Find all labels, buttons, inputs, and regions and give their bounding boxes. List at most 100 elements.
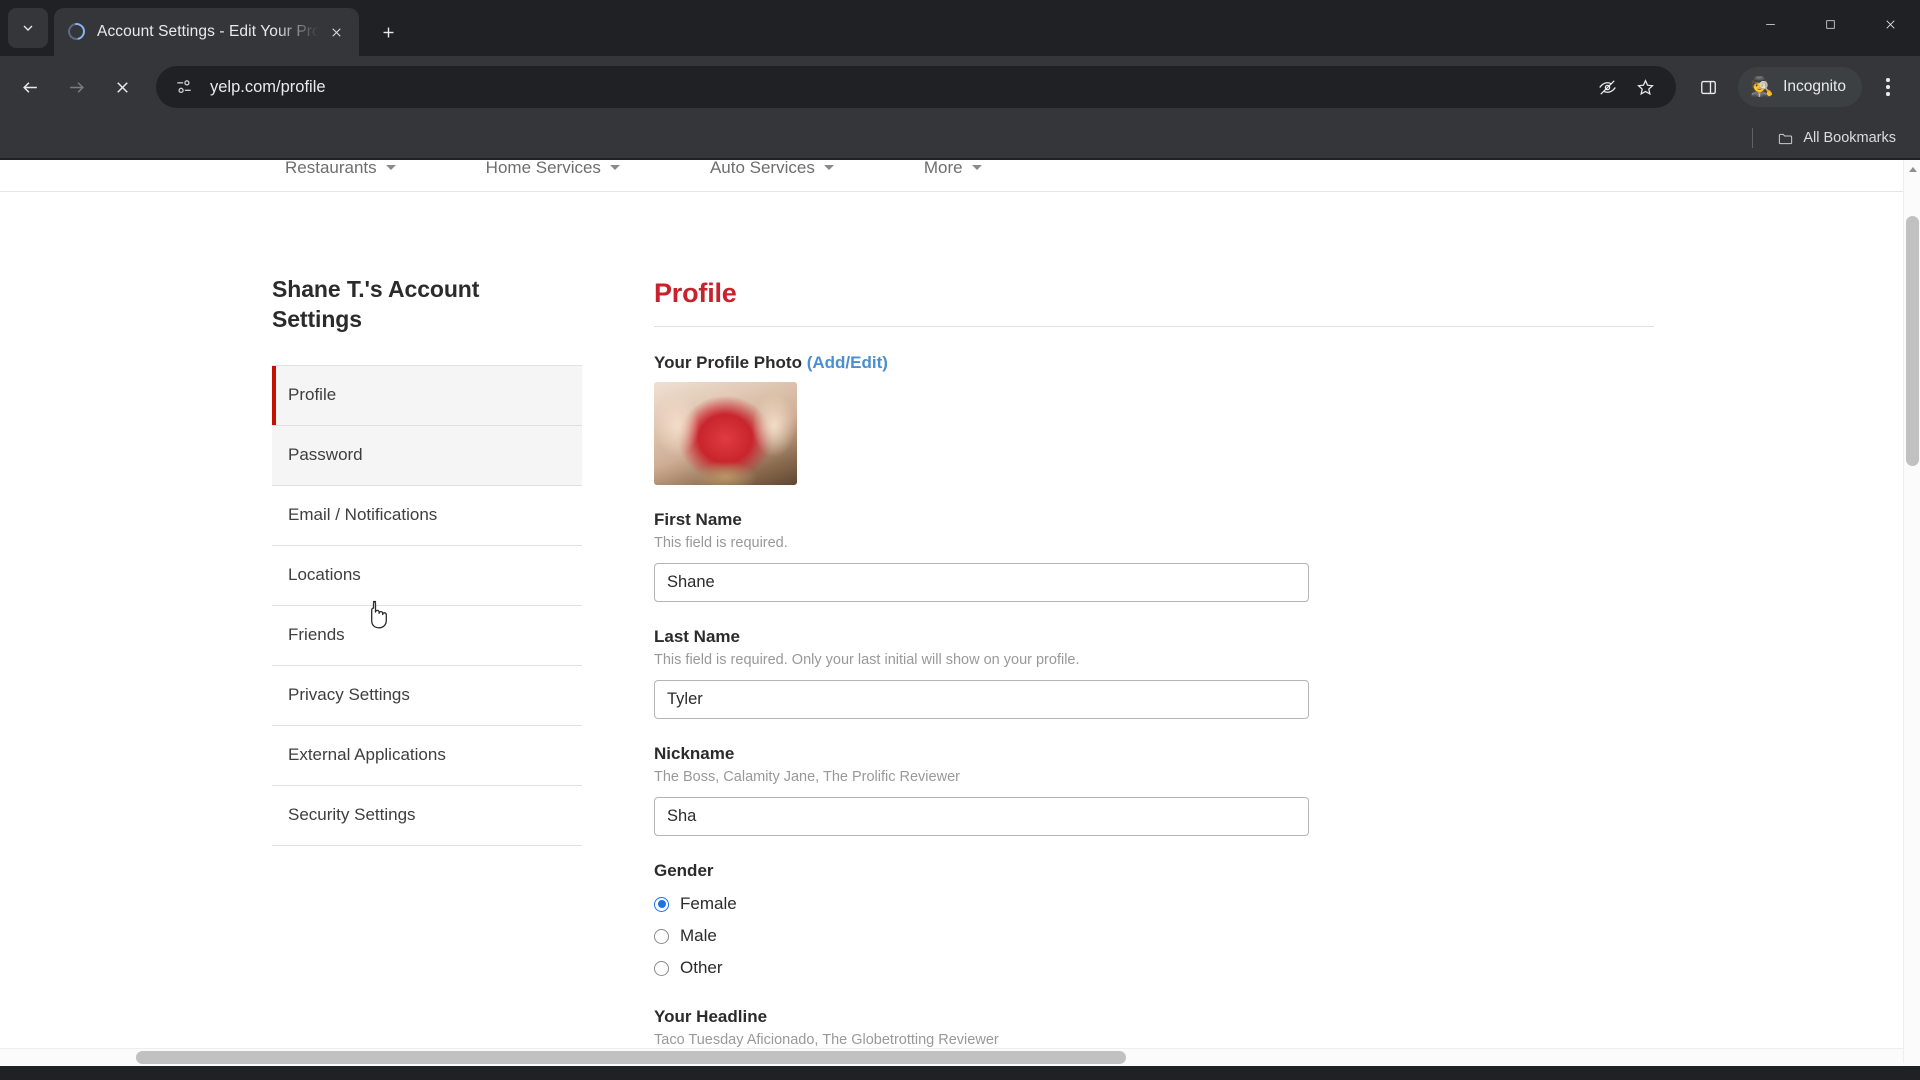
- profile-photo-thumbnail[interactable]: [654, 382, 797, 485]
- first-name-input[interactable]: Shane: [654, 563, 1309, 602]
- title-divider: [654, 326, 1654, 327]
- triangle-up-icon: [1908, 166, 1917, 172]
- sidebar-item-label: External Applications: [288, 745, 446, 765]
- scroll-up-button[interactable]: [1904, 160, 1920, 178]
- nickname-label: Nickname: [654, 744, 735, 763]
- radio-button-female[interactable]: [654, 896, 669, 912]
- sidebar-title: Shane T.'s Account Settings: [272, 276, 480, 333]
- sidebar-item-locations[interactable]: Locations: [272, 544, 582, 605]
- profile-photo-label-text: Your Profile Photo: [654, 353, 802, 372]
- new-tab-button[interactable]: [371, 15, 405, 49]
- page-info-icon[interactable]: [174, 77, 194, 97]
- headline-label: Your Headline: [654, 1007, 768, 1026]
- bookmarks-divider: [1752, 128, 1754, 148]
- first-name-hint: This field is required.: [654, 535, 788, 551]
- incognito-indicator[interactable]: 🕵 Incognito: [1738, 67, 1862, 107]
- sidebar-item-label: Profile: [288, 385, 337, 405]
- tab-close-button[interactable]: [323, 19, 349, 45]
- chevron-down-icon: [609, 165, 620, 170]
- stop-loading-button[interactable]: [102, 67, 142, 107]
- tracking-protection-button[interactable]: [1590, 70, 1624, 104]
- horizontal-scrollbar[interactable]: [0, 1048, 1903, 1065]
- sidebar-item-privacy-settings[interactable]: Privacy Settings: [272, 664, 582, 725]
- photo-add-edit-link[interactable]: (Add/Edit): [807, 353, 888, 372]
- nickname-input[interactable]: Sha: [654, 797, 1309, 836]
- window-bottom-edge: [0, 1066, 1920, 1080]
- radio-button-male[interactable]: [654, 928, 669, 944]
- nav-item-label: Auto Services: [709, 160, 815, 177]
- tab-search-button[interactable]: [8, 8, 48, 48]
- last-name-field-group: Last Name This field is required. Only y…: [654, 627, 1592, 719]
- window-controls: [1740, 0, 1920, 48]
- nav-item-label: More: [923, 160, 963, 177]
- profile-photo-section: Your Profile Photo (Add/Edit): [654, 353, 1592, 485]
- bookmarks-bar: All Bookmarks: [0, 118, 1920, 158]
- chevron-down-icon: [385, 165, 396, 170]
- nav-item-label: Restaurants: [285, 160, 377, 177]
- eye-off-icon: [1599, 79, 1616, 95]
- minimize-icon: [1765, 23, 1775, 25]
- back-button[interactable]: [10, 67, 50, 107]
- three-dot-menu-icon: [1886, 78, 1890, 83]
- all-bookmarks-button[interactable]: All Bookmarks: [1769, 125, 1904, 151]
- chevron-down-icon: [971, 165, 982, 170]
- forward-button[interactable]: [56, 67, 96, 107]
- chevron-down-icon: [823, 165, 834, 170]
- last-name-input[interactable]: Tyler: [654, 680, 1309, 719]
- gender-option-female[interactable]: Female: [654, 890, 1592, 918]
- nav-item-restaurants[interactable]: Restaurants: [285, 160, 396, 178]
- account-settings-sidebar: Shane T.'s Account Settings Profile Pass…: [272, 216, 582, 1065]
- nav-item-label: Home Services: [485, 160, 601, 177]
- close-icon: [116, 81, 128, 93]
- browser-tab[interactable]: Account Settings - Edit Your Pro: [54, 8, 359, 56]
- close-icon: [331, 27, 341, 37]
- all-bookmarks-label: All Bookmarks: [1803, 130, 1896, 146]
- sidebar-item-email-notifications[interactable]: Email / Notifications: [272, 484, 582, 545]
- address-bar[interactable]: yelp.com/profile: [156, 66, 1677, 108]
- sidebar-item-profile[interactable]: Profile: [272, 364, 582, 425]
- sidebar-item-label: Email / Notifications: [288, 505, 438, 525]
- sidebar-item-label: Privacy Settings: [288, 685, 410, 705]
- browser-toolbar: yelp.com/profile 🕵 Incognito: [0, 56, 1920, 118]
- vertical-scrollbar-thumb[interactable]: [1906, 216, 1919, 466]
- sidebar-item-password[interactable]: Password: [272, 424, 582, 485]
- vertical-scrollbar[interactable]: [1903, 160, 1920, 1065]
- tab-strip: Account Settings - Edit Your Pro: [0, 0, 1920, 56]
- sidebar-item-external-applications[interactable]: External Applications: [272, 724, 582, 785]
- tab-title: Account Settings - Edit Your Pro: [97, 23, 319, 40]
- gender-option-male[interactable]: Male: [654, 922, 1592, 950]
- loading-spinner-icon: [64, 19, 89, 44]
- last-name-label: Last Name: [654, 627, 740, 646]
- close-icon: [1885, 19, 1895, 29]
- gender-field-group: Gender Female Male Other: [654, 861, 1592, 982]
- chevron-down-icon: [23, 25, 33, 31]
- plus-icon: [383, 27, 393, 37]
- nickname-field-group: Nickname The Boss, Calamity Jane, The Pr…: [654, 744, 1592, 836]
- sidebar-item-friends[interactable]: Friends: [272, 604, 582, 665]
- page-title: Profile: [654, 278, 737, 308]
- window-maximize-button[interactable]: [1800, 0, 1860, 48]
- url-text[interactable]: yelp.com/profile: [210, 78, 1590, 97]
- headline-hint: Taco Tuesday Aficionado, The Globetrotti…: [654, 1032, 999, 1048]
- sidebar-item-label: Password: [288, 445, 363, 465]
- arrow-right-icon: [69, 81, 84, 93]
- page-content: Shane T.'s Account Settings Profile Pass…: [0, 216, 1903, 1065]
- last-name-hint: This field is required. Only your last i…: [654, 652, 1080, 668]
- window-close-button[interactable]: [1860, 0, 1920, 48]
- radio-label-other: Other: [680, 958, 723, 977]
- sidebar-item-label: Friends: [288, 625, 345, 645]
- nav-item-auto-services[interactable]: Auto Services: [710, 160, 834, 178]
- nav-item-home-services[interactable]: Home Services: [486, 160, 620, 178]
- bookmark-button[interactable]: [1628, 70, 1662, 104]
- gender-option-other[interactable]: Other: [654, 954, 1592, 982]
- sidebar-item-security-settings[interactable]: Security Settings: [272, 784, 582, 845]
- page-viewport: Restaurants Home Services Auto Services …: [0, 160, 1920, 1080]
- nav-item-more[interactable]: More: [924, 160, 982, 178]
- radio-button-other[interactable]: [654, 960, 669, 976]
- browser-menu-button[interactable]: [1868, 67, 1908, 107]
- incognito-icon: 🕵: [1750, 76, 1775, 98]
- window-minimize-button[interactable]: [1740, 0, 1800, 48]
- horizontal-scrollbar-thumb[interactable]: [136, 1051, 1126, 1064]
- side-panel-button[interactable]: [1688, 67, 1728, 107]
- radio-label-female: Female: [680, 894, 737, 913]
